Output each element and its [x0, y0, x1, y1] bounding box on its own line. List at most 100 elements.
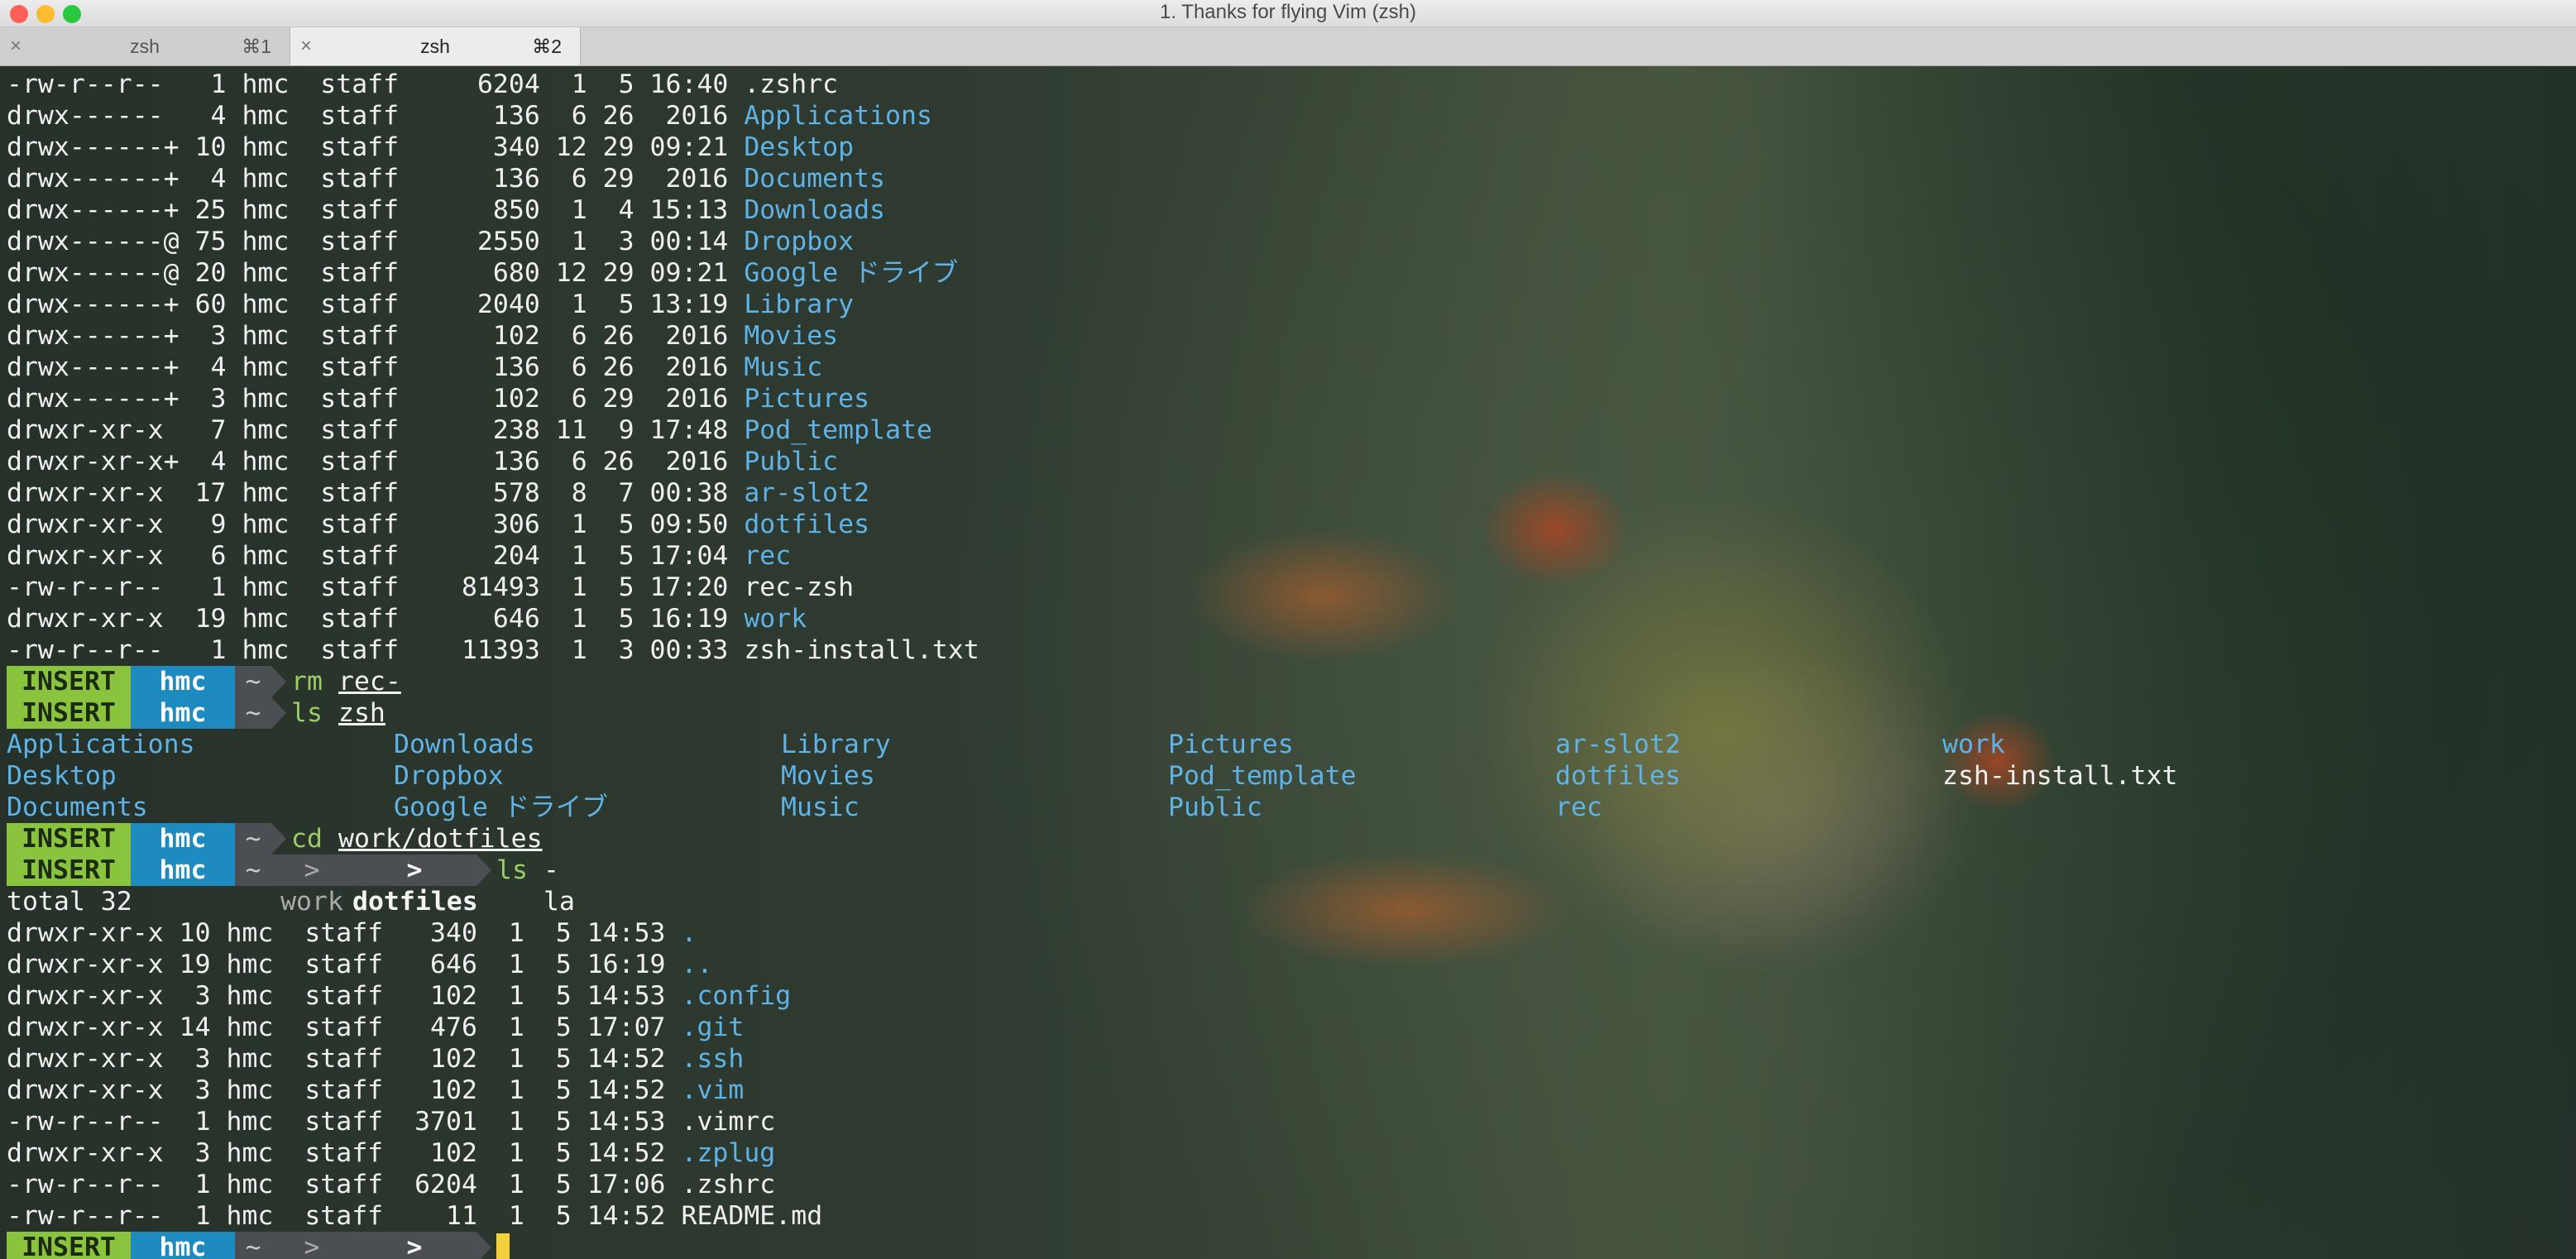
listing-meta: drwxr-xr-x 14 hmc staff 476 1 5 17:07	[7, 1012, 682, 1042]
tab-2[interactable]: × zsh ⌘2	[290, 27, 581, 65]
listing-meta: drwxr-xr-x+ 4 hmc staff 136 6 26 2016	[7, 447, 745, 476]
home-segment: ~	[235, 1232, 271, 1259]
directory-name: ..	[681, 950, 713, 979]
directory-name: dotfiles	[744, 510, 870, 539]
segment-arrow	[271, 823, 286, 854]
directory-name: Google ドライブ	[744, 258, 959, 288]
listing-row: drwx------+ 60 hmc staff 2040 1 5 13:19 …	[7, 289, 854, 320]
listing-meta: -rw-r--r-- 1 hmc staff 6204 1 5 16:40	[7, 69, 745, 99]
home-segment: ~	[235, 697, 271, 729]
listing-meta: drwx------+ 60 hmc staff 2040 1 5 13:19	[7, 290, 745, 319]
directory-name: dotfiles	[1555, 761, 1681, 791]
file-name: .vimrc	[681, 1107, 776, 1137]
listing-row: -rw-r--r-- 1 hmc staff 81493 1 5 17:20 r…	[7, 572, 854, 603]
directory-name: work	[1942, 730, 2005, 759]
listing-row: -rw-r--r-- 1 hmc staff 11 1 5 14:52 READ…	[7, 1200, 822, 1232]
listing-meta: drwxr-xr-x 3 hmc staff 102 1 5 14:53	[7, 981, 682, 1011]
command-name: ls	[291, 698, 323, 728]
directory-name: .vim	[681, 1075, 745, 1105]
directory-name: Documents	[7, 792, 148, 822]
listing-row: drwxr-xr-x 14 hmc staff 476 1 5 17:07 .g…	[7, 1012, 744, 1043]
command-argument: -la	[543, 855, 575, 917]
directory-name: Pod_template	[1168, 761, 1357, 791]
directory-name: Pod_template	[744, 415, 932, 445]
listing-row: drwxr-xr-x 3 hmc staff 102 1 5 14:52 .ss…	[7, 1043, 744, 1075]
user-segment: hmc	[131, 697, 235, 729]
listing-meta: drwxr-xr-x 19 hmc staff 646 1 5 16:19	[7, 950, 682, 979]
directory-name: Music	[744, 352, 823, 382]
listing-meta: drwxr-xr-x 3 hmc staff 102 1 5 14:52	[7, 1138, 682, 1168]
listing-meta: drwx------@ 20 hmc staff 680 12 29 09:21	[7, 258, 745, 288]
listing-meta: -rw-r--r-- 1 hmc staff 3701 1 5 14:53	[7, 1107, 682, 1137]
command-name: rm	[291, 667, 323, 697]
listing-row: drwx------+ 3 hmc staff 102 6 29 2016 Pi…	[7, 383, 869, 414]
directory-name: Downloads	[394, 730, 535, 759]
segment-arrow	[271, 666, 286, 697]
directory-name: Documents	[744, 164, 886, 194]
segment-arrow	[476, 854, 491, 886]
listing-row: -rw-r--r-- 1 hmc staff 6204 1 5 16:40 .z…	[7, 69, 838, 100]
terminal-content[interactable]: -rw-r--r-- 1 hmc staff 6204 1 5 16:40 .z…	[0, 66, 2576, 1259]
listing-meta: drwx------+ 4 hmc staff 136 6 26 2016	[7, 352, 745, 382]
path-segment: > work	[271, 854, 352, 917]
listing-meta: drwx------ 4 hmc staff 136 6 26 2016	[7, 101, 745, 131]
file-name: rec-zsh	[744, 572, 855, 602]
segment-arrow	[476, 1232, 491, 1259]
tab-shortcut: ⌘1	[242, 36, 271, 57]
total-line: total 32	[7, 887, 132, 917]
directory-name: .	[681, 918, 697, 948]
listing-row: drwxr-xr-x 7 hmc staff 238 11 9 17:48 Po…	[7, 414, 932, 446]
listing-row: drwxr-xr-x 3 hmc staff 102 1 5 14:52 .vi…	[7, 1075, 744, 1106]
listing-row: drwx------+ 10 hmc staff 340 12 29 09:21…	[7, 132, 854, 163]
vim-mode-indicator: INSERT	[7, 1232, 131, 1259]
directory-name: Movies	[744, 321, 839, 351]
listing-meta: drwx------+ 25 hmc staff 850 1 4 15:13	[7, 195, 745, 225]
directory-name: rec	[744, 541, 792, 571]
listing-row: drwx------+ 4 hmc staff 136 6 26 2016 Mu…	[7, 352, 822, 383]
listing-meta: drwx------+ 3 hmc staff 102 6 26 2016	[7, 321, 745, 351]
listing-meta: -rw-r--r-- 1 hmc staff 11393 1 3 00:33	[7, 635, 745, 665]
listing-meta: drwx------+ 10 hmc staff 340 12 29 09:21	[7, 132, 745, 162]
file-name: zsh-install.txt	[1942, 761, 2178, 791]
home-segment: ~	[235, 666, 271, 697]
home-segment: ~	[235, 854, 271, 886]
user-segment: hmc	[131, 1232, 235, 1259]
title-bar: 1. Thanks for flying Vim (zsh)	[0, 0, 2576, 27]
listing-meta: -rw-r--r-- 1 hmc staff 81493 1 5 17:20	[7, 572, 745, 602]
segment-arrow	[271, 697, 286, 729]
listing-meta: drwxr-xr-x 3 hmc staff 102 1 5 14:52	[7, 1075, 682, 1105]
listing-meta: drwxr-xr-x 9 hmc staff 306 1 5 09:50	[7, 510, 745, 539]
vim-mode-indicator: INSERT	[7, 697, 131, 729]
listing-row: drwxr-xr-x 3 hmc staff 102 1 5 14:53 .co…	[7, 980, 791, 1012]
file-name: zsh-install.txt	[744, 635, 979, 665]
directory-name: .config	[681, 981, 792, 1011]
directory-name: .zplug	[681, 1138, 776, 1168]
directory-name: Downloads	[744, 195, 886, 225]
directory-name: .git	[681, 1012, 745, 1042]
path-segment: > work	[271, 1232, 352, 1259]
directory-name: rec	[1555, 792, 1602, 822]
vim-mode-indicator: INSERT	[7, 823, 131, 854]
directory-name: Applications	[744, 101, 932, 131]
listing-row: drwxr-xr-x 10 hmc staff 340 1 5 14:53 .	[7, 917, 697, 949]
listing-meta: drwx------+ 3 hmc staff 102 6 29 2016	[7, 384, 745, 414]
file-name: .zshrc	[681, 1170, 776, 1199]
directory-name: Movies	[781, 761, 875, 791]
directory-name: ar-slot2	[744, 478, 870, 508]
directory-name: Public	[744, 447, 839, 476]
directory-name: ar-slot2	[1555, 730, 1681, 759]
directory-name: Pictures	[744, 384, 870, 414]
command-name: cd	[291, 824, 323, 854]
terminal-window: 1. Thanks for flying Vim (zsh) × zsh ⌘1 …	[0, 0, 2576, 1259]
listing-meta: drwxr-xr-x 10 hmc staff 340 1 5 14:53	[7, 918, 682, 948]
listing-meta: drwxr-xr-x 6 hmc staff 204 1 5 17:04	[7, 541, 745, 571]
git-branch-status: ⎇ master	[2320, 1231, 2543, 1259]
listing-row: -rw-r--r-- 1 hmc staff 6204 1 5 17:06 .z…	[7, 1169, 775, 1200]
listing-row: drwxr-xr-x 3 hmc staff 102 1 5 14:52 .zp…	[7, 1137, 775, 1169]
tab-bar: × zsh ⌘1 × zsh ⌘2	[0, 27, 2576, 66]
directory-name: Music	[781, 792, 859, 822]
command-argument: rec-zsh	[338, 667, 401, 728]
listing-row: -rw-r--r-- 1 hmc staff 11393 1 3 00:33 z…	[7, 634, 979, 666]
user-segment: hmc	[131, 823, 235, 854]
tab-1[interactable]: × zsh ⌘1	[0, 27, 290, 65]
